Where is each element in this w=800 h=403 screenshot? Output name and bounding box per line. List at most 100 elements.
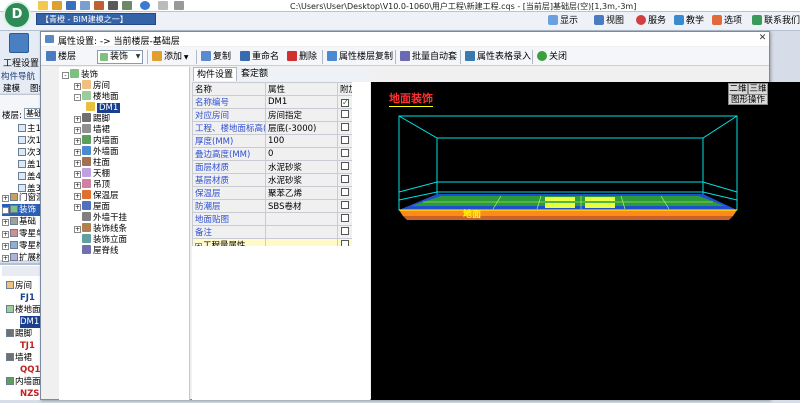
table-row[interactable]: 叠边高度(MM) 0 [192, 147, 353, 161]
attr-floor-copy-button[interactable]: 属性楼层复制 [327, 50, 393, 64]
property-value[interactable]: 水泥砂浆 [265, 173, 338, 187]
property-extra[interactable] [337, 225, 353, 239]
tree-item[interactable]: - 楼地面 [62, 91, 190, 102]
property-extra[interactable] [337, 199, 353, 213]
property-value[interactable]: 房间指定 [265, 108, 338, 122]
expand-toggle[interactable]: + [74, 127, 81, 134]
tree-item[interactable]: + 外墙面 [62, 146, 190, 157]
extra-checkbox[interactable] [341, 110, 349, 118]
extra-checkbox[interactable] [341, 123, 349, 131]
property-extra[interactable] [337, 160, 353, 174]
tree-item[interactable]: + 保温层 [62, 190, 190, 201]
table-entry-button[interactable]: 属性表格录入 [465, 50, 531, 64]
extra-checkbox[interactable] [341, 162, 349, 170]
expand-toggle[interactable]: + [74, 138, 81, 145]
table-row[interactable]: 防潮层 SBS卷材 [192, 199, 353, 213]
batch-auto-button[interactable]: 批量自动套 [400, 50, 457, 64]
property-extra[interactable] [337, 121, 353, 135]
table-row[interactable]: 保温层 聚苯乙烯 [192, 186, 353, 200]
copy-button[interactable]: 复制 [201, 50, 231, 64]
menu-service[interactable]: 服务 [636, 14, 666, 28]
expand-toggle[interactable]: + [74, 193, 81, 200]
redo-icon[interactable] [158, 1, 168, 10]
table-row[interactable]: 厚度(MM) 100 [192, 134, 353, 148]
extra-checkbox[interactable] [341, 214, 349, 222]
property-value[interactable]: DM1 [265, 95, 338, 109]
customize-icon[interactable] [174, 1, 184, 10]
document-tab[interactable]: 【青橙 - BIM建模之一】 [36, 13, 156, 25]
expand-toggle[interactable]: + [2, 255, 9, 262]
tree-item[interactable]: 屋脊线 [62, 245, 190, 256]
extra-checkbox[interactable] [341, 149, 349, 157]
menu-contact[interactable]: 联系我们 [752, 14, 800, 28]
extra-checkbox[interactable] [341, 188, 349, 196]
dialog-close-button[interactable]: ✕ [757, 33, 768, 44]
save-as-icon[interactable] [80, 1, 90, 10]
property-value[interactable]: 水泥砂浆 [265, 160, 338, 174]
extra-checkbox[interactable] [341, 175, 349, 183]
expand-toggle[interactable]: + [74, 226, 81, 233]
expand-toggle[interactable]: + [74, 116, 81, 123]
table-row[interactable]: 备注 [192, 225, 353, 239]
floor-button[interactable]: 楼层 [46, 50, 76, 64]
table-row[interactable]: 对应房间 房间指定 [192, 108, 353, 122]
property-value[interactable] [265, 212, 338, 226]
expand-toggle[interactable]: + [2, 219, 9, 226]
tab-component-settings[interactable]: 构件设置 [193, 67, 238, 81]
tree-item[interactable]: + 柱面 [62, 157, 190, 168]
table-row[interactable]: 地面贴图 [192, 212, 353, 226]
property-value[interactable] [265, 225, 338, 239]
property-value[interactable]: 100 [265, 134, 338, 148]
chevron-down-icon[interactable]: ▼ [134, 51, 142, 63]
table-row[interactable]: 面层材质 水泥砂浆 [192, 160, 353, 174]
tree-item[interactable]: + 屋面 [62, 201, 190, 212]
property-extra[interactable] [337, 212, 353, 226]
extra-checkbox[interactable] [341, 201, 349, 209]
settings-icon[interactable] [122, 1, 132, 10]
delete-button[interactable]: 删除 [287, 50, 317, 64]
tab-modeling[interactable]: 建模 [3, 82, 20, 94]
tree-item[interactable]: + 内墙面 [62, 135, 190, 146]
rename-button[interactable]: 重命名 [240, 50, 279, 64]
preview-viewport[interactable] [371, 82, 769, 400]
expand-toggle[interactable]: - [74, 94, 81, 101]
extra-checkbox-checked[interactable]: ✓ [341, 99, 349, 107]
project-settings-button[interactable]: 工程设置 [3, 56, 39, 69]
expand-toggle[interactable]: + [2, 207, 9, 214]
expand-toggle[interactable]: + [2, 231, 9, 238]
tree-item[interactable]: + 踢脚 [62, 113, 190, 124]
extra-checkbox[interactable] [341, 136, 349, 144]
tree-item[interactable]: + 房间 [62, 80, 190, 91]
table-row[interactable]: 工程、楼地面标高(层底(-3000) [192, 121, 353, 135]
property-extra[interactable] [337, 186, 353, 200]
menu-options[interactable]: 选项 [712, 14, 742, 28]
graphic-ops-button[interactable]: 图形操作 [728, 94, 768, 105]
expand-toggle[interactable]: + [74, 83, 81, 90]
tab-quota[interactable]: 套定额 [238, 67, 271, 81]
tree-item[interactable]: 装饰立面 [62, 234, 190, 245]
save-icon[interactable] [66, 1, 76, 10]
expand-toggle[interactable]: + [74, 160, 81, 167]
list-item-selected[interactable]: DM1 [20, 316, 40, 328]
open-folder-icon[interactable] [52, 1, 62, 10]
expand-toggle[interactable]: + [2, 243, 9, 250]
expand-toggle[interactable]: - [62, 72, 69, 79]
property-extra[interactable]: ✓ [337, 95, 353, 109]
export-icon[interactable] [94, 1, 104, 10]
property-value[interactable]: 层底(-3000) [265, 121, 338, 135]
menu-view[interactable]: 视图 [594, 14, 624, 28]
property-extra[interactable] [337, 147, 353, 161]
close-button[interactable]: 关闭 [537, 50, 567, 64]
tree-item[interactable]: + 墙裙 [62, 124, 190, 135]
table-row[interactable]: 名称编号 DM1 ✓ [192, 95, 353, 109]
tree-item[interactable]: 外墙干挂 [62, 212, 190, 223]
expand-toggle[interactable]: + [2, 195, 9, 202]
expand-toggle[interactable]: + [74, 149, 81, 156]
tree-item-decoration-selected[interactable]: + 装饰 [2, 204, 40, 216]
expand-toggle[interactable]: + [74, 171, 81, 178]
print-icon[interactable] [108, 1, 118, 10]
property-value[interactable]: 0 [265, 147, 338, 161]
tree-item[interactable]: + 吊顶 [62, 179, 190, 190]
tree-item[interactable]: + 装饰线条 [62, 223, 190, 234]
new-file-icon[interactable] [38, 1, 48, 10]
